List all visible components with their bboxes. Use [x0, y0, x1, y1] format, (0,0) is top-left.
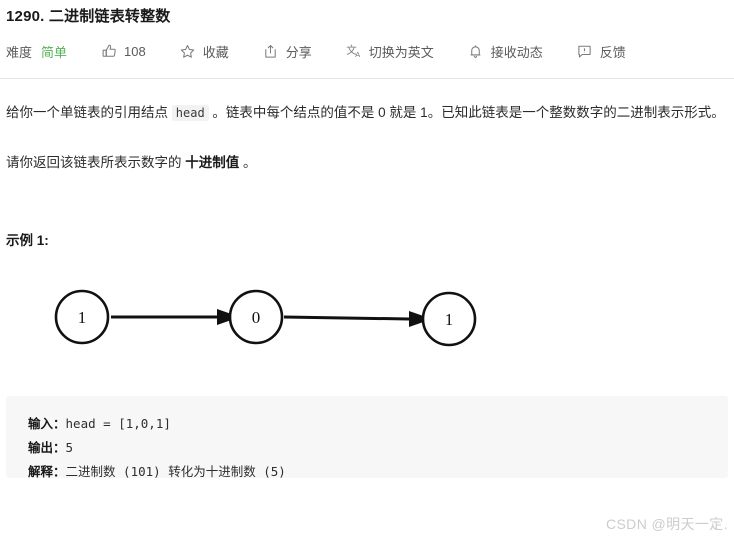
description-p2-bold: 十进制值	[185, 155, 240, 170]
description-p2-after: 。	[239, 155, 257, 170]
feedback-label: 反馈	[599, 44, 626, 60]
subscribe-button[interactable]: 接收动态	[468, 42, 543, 61]
description-p1-before: 给你一个单链表的引用结点	[6, 105, 172, 120]
code-line-input: 输入：head = [1,0,1]	[28, 412, 728, 436]
difficulty-label: 难度	[6, 44, 33, 60]
bell-icon	[468, 43, 484, 59]
description-paragraph-1: 给你一个单链表的引用结点 head 。链表中每个结点的值不是 0 就是 1。已知…	[6, 99, 728, 127]
like-count: 108	[124, 43, 146, 59]
code-input-key: 输入：	[28, 416, 66, 431]
feedback-button[interactable]: 反馈	[577, 42, 626, 61]
page-title: 1290. 二进制链表转整数	[6, 8, 171, 25]
diagram-node-label: 1	[78, 308, 87, 327]
share-button[interactable]: 分享	[263, 42, 312, 61]
description-paragraph-2: 请你返回该链表所表示数字的 十进制值 。	[6, 149, 728, 176]
difficulty-value: 简单	[41, 44, 68, 60]
share-icon	[263, 43, 279, 59]
example-title: 示例 1:	[6, 233, 49, 248]
favorite-button[interactable]: 收藏	[180, 42, 229, 61]
favorite-label: 收藏	[202, 44, 229, 60]
description-p2-before: 请你返回该链表所表示数字的	[6, 155, 186, 170]
code-output-value: 5	[65, 440, 74, 455]
translate-label: 切换为英文	[368, 44, 434, 60]
share-label: 分享	[285, 44, 312, 60]
subscribe-label: 接收动态	[490, 44, 543, 60]
code-explain-key: 解释：	[28, 464, 66, 479]
diagram-edge-2	[283, 315, 410, 321]
code-line-explanation: 解释：二进制数 (101) 转化为十进制数 (5)	[28, 460, 728, 484]
code-line-output: 输出：5	[28, 436, 728, 460]
translate-button[interactable]: 文 A 切换为英文	[346, 42, 434, 61]
header-divider	[0, 78, 734, 79]
inline-code-head: head	[171, 105, 209, 121]
example-code-block: 输入：head = [1,0,1] 输出：5 解释：二进制数 (101) 转化为…	[6, 396, 728, 479]
feedback-icon	[577, 43, 593, 59]
svg-text:A: A	[355, 50, 360, 59]
star-icon	[180, 43, 196, 59]
watermark: CSDN @明天一定.	[605, 516, 728, 532]
toolbar: 难度 简单 108 收藏 分享 文 A 切换为英文 接收动态 反馈	[0, 28, 734, 64]
problem-description: 给你一个单链表的引用结点 head 。链表中每个结点的值不是 0 就是 1。已知…	[0, 99, 734, 374]
difficulty-badge: 难度 简单	[6, 42, 67, 61]
code-input-value: head = [1,0,1]	[65, 416, 171, 431]
description-p1-after: 。链表中每个结点的值不是 0 就是 1。已知此链表是一个整数数字的二进制表示形式…	[208, 105, 725, 120]
diagram-node-label: 0	[252, 308, 261, 327]
linked-list-diagram: 1 0 1	[6, 273, 728, 374]
code-output-key: 输出：	[28, 440, 66, 455]
diagram-node-label: 1	[445, 310, 454, 329]
thumbs-up-icon	[101, 43, 117, 59]
like-button[interactable]: 108	[101, 43, 146, 59]
code-explain-value: 二进制数 (101) 转化为十进制数 (5)	[65, 464, 286, 479]
translate-icon: 文 A	[346, 43, 362, 59]
